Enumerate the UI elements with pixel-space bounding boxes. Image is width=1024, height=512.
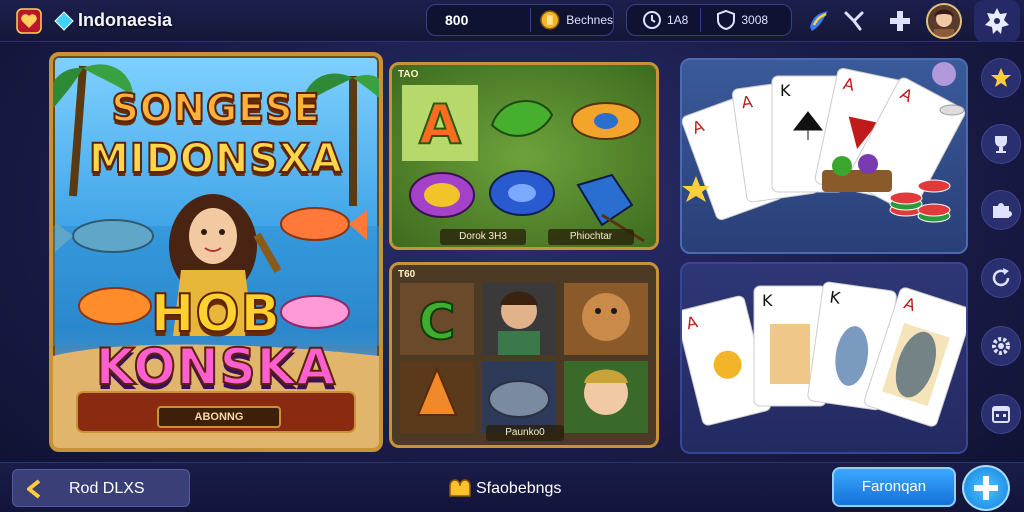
featured-title-line3: HOB (150, 283, 282, 345)
primary-action-button[interactable]: Faronqan (832, 467, 956, 507)
rail-star-button[interactable] (981, 58, 1021, 98)
rail-refresh-button[interactable] (981, 258, 1021, 298)
center-label[interactable]: Sfaobebngs (476, 480, 561, 498)
featured-title-line2: MIDONSXA (88, 135, 343, 183)
bottom-bar: Rod DLXS Sfaobebngs Faronqan (0, 462, 1024, 512)
plus-cross-icon[interactable] (886, 7, 914, 35)
poker-artwork: A A K A A (682, 62, 966, 223)
calendar-icon (992, 406, 1010, 423)
trophy-icon (995, 136, 1007, 153)
rail-trophy-button[interactable] (981, 124, 1021, 164)
avatar[interactable] (926, 3, 962, 39)
svg-text:C: C (419, 293, 456, 351)
gift-icon (449, 479, 471, 497)
tile-caption: Paunko0 (486, 425, 564, 441)
settings-icon (992, 337, 1010, 355)
game-tile-poker[interactable]: A A K A A (680, 58, 968, 254)
stats-pill[interactable]: 1A8 3008 (626, 4, 792, 36)
tile-tag: TAO (398, 69, 419, 80)
sparkle-icon[interactable] (840, 7, 868, 35)
shield-icon (717, 9, 736, 31)
gear-menu-icon (985, 8, 1009, 34)
refresh-icon (992, 268, 1010, 287)
bonus-label: Bechnes (566, 13, 613, 27)
diamond-icon (54, 11, 74, 31)
add-button[interactable] (962, 465, 1010, 511)
svg-text:A: A (419, 93, 461, 156)
featured-title-line4: KONSKA (95, 337, 337, 397)
tile-caption: Phiochtar (548, 229, 634, 245)
balance-pill[interactable]: 800 Bechnes (426, 4, 614, 36)
game-tile-fish-cards[interactable]: A K K A (680, 262, 968, 454)
plus-icon (974, 476, 998, 500)
coin-icon (539, 10, 560, 30)
game-tile-symbols[interactable]: TAO A Dorok 3H3 Phiochtar (389, 62, 659, 250)
back-button[interactable]: Rod DLXS (12, 469, 190, 507)
bolt-icon[interactable] (804, 7, 832, 35)
featured-game-card[interactable]: SONGESE MIDONSXA HOB KONSKA ABONNG (49, 52, 383, 452)
symbol-grid: A (402, 85, 645, 243)
fish-cards-artwork: A K K A (682, 281, 966, 427)
back-button-label: Rod DLXS (69, 480, 145, 497)
game-tile-characters[interactable]: T60 C Paunko0 (389, 262, 659, 448)
rail-settings-button[interactable] (981, 326, 1021, 366)
clock-icon (643, 11, 661, 29)
app-title: Indonaesia (78, 10, 173, 30)
tile-tag: T60 (398, 269, 416, 280)
star-icon (991, 68, 1011, 87)
divider (700, 8, 702, 32)
back-arrow-icon (27, 479, 41, 499)
heart-icon[interactable] (16, 8, 42, 34)
stat-2: 3008 (741, 13, 769, 27)
top-bar: Indonaesia 800 Bechnes 1A8 3008 (0, 0, 1024, 42)
character-grid: C (400, 283, 648, 433)
svg-text:K: K (780, 81, 791, 100)
balance-value: 800 (445, 12, 469, 28)
tile-caption: Dorok 3H3 (440, 229, 526, 245)
rail-calendar-button[interactable] (981, 394, 1021, 434)
featured-title-line1: SONGESE (111, 85, 321, 131)
puzzle-icon (993, 203, 1012, 218)
rail-puzzle-button[interactable] (981, 190, 1021, 230)
featured-badge: ABONNG (157, 406, 281, 428)
stat-1: 1A8 (667, 13, 689, 27)
menu-button[interactable] (974, 0, 1020, 42)
svg-text:K: K (762, 291, 773, 310)
divider (529, 8, 531, 32)
avatar-face-icon (928, 5, 960, 37)
